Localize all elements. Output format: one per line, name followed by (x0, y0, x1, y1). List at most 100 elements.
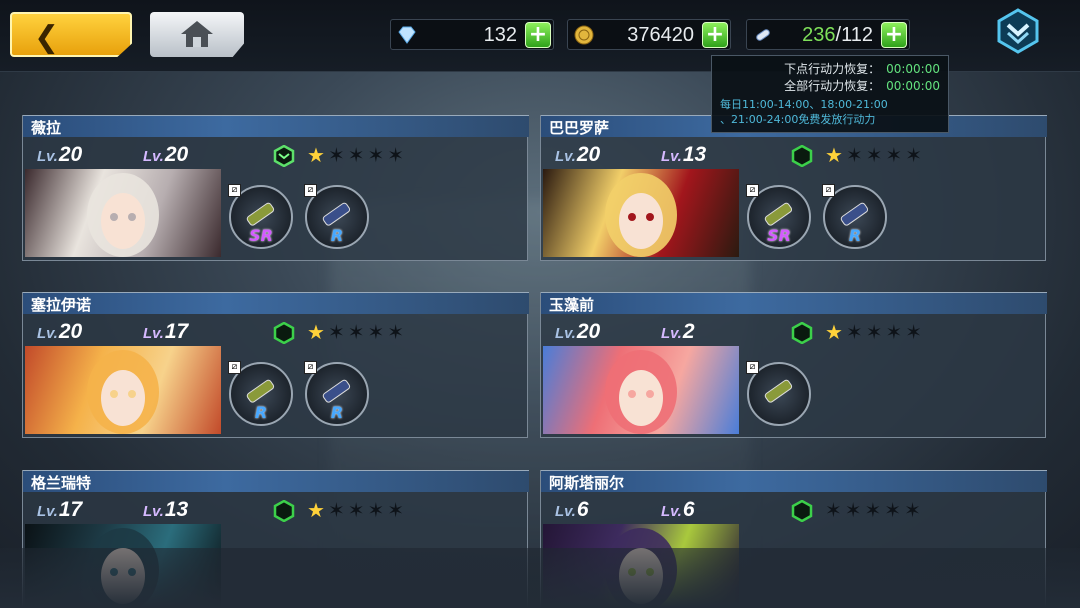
character-portrait (25, 169, 221, 257)
character-level-value: 20 (58, 143, 83, 166)
potion-icon (756, 29, 770, 41)
character-level: Lv.17 (37, 498, 82, 522)
add-stamina-button[interactable]: + (881, 22, 907, 48)
star-icon: ✶ (845, 320, 866, 344)
chevron-down-badge-icon (997, 8, 1039, 54)
stamina-tooltip: 下点行动力恢复： 00:00:00 全部行动力恢复： 00:00:00 每日11:0… (711, 55, 949, 133)
star-icon: ✶ (865, 143, 886, 167)
card-header: 格兰瑞特 (23, 470, 529, 492)
character-card[interactable]: 塞拉伊诺 Lv.20 Lv.17 ★✶✶✶✶ ⧄ R ⧄ R (22, 292, 529, 438)
equipment-slot[interactable]: ⧄ (746, 361, 811, 426)
character-card[interactable]: 薇拉 Lv.20 Lv.20 ★✶✶✶✶ ⧄ SR ⧄ R (22, 115, 529, 261)
character-level: Lv.20 (555, 143, 600, 167)
gold-value: 376420 (627, 24, 694, 46)
level-prefix: Lv. (661, 148, 682, 165)
character-card[interactable]: 巴巴罗萨 Lv.20 Lv.13 ★✶✶✶✶ ⧄ SR ⧄ R (540, 115, 1047, 261)
character-level-value: 17 (58, 498, 83, 521)
equipment-slot[interactable]: ⧄ SR (746, 184, 811, 249)
equipment-slot[interactable]: ⧄ R (228, 361, 293, 426)
level-prefix: Lv. (37, 503, 58, 520)
add-gold-button[interactable]: + (702, 22, 728, 48)
home-button[interactable] (150, 12, 244, 57)
note-line-2: 、21:00-24:00免费发放行动力 (720, 113, 876, 126)
character-level: Lv.20 (37, 320, 82, 344)
star-icon: ✶ (885, 143, 906, 167)
card-header: 阿斯塔丽尔 (541, 470, 1047, 492)
rank-hexagon-icon (273, 500, 295, 522)
back-button[interactable]: ❮ (10, 12, 132, 57)
diamond-icon (398, 26, 416, 44)
star-icon: ✶ (387, 498, 407, 522)
edit-icon: ⧄ (746, 184, 759, 197)
star-icon: ✶ (347, 320, 368, 344)
edit-icon: ⧄ (228, 361, 241, 374)
coin-icon (574, 25, 594, 45)
star-icon: ✶ (864, 498, 885, 522)
character-level: Lv.20 (37, 143, 82, 167)
menu-button[interactable] (995, 8, 1041, 54)
equipment-icon (764, 379, 793, 403)
stamina-max: /112 (835, 24, 873, 46)
stamina-counter: 236/112 + (746, 19, 910, 50)
star-icon: ✶ (367, 320, 388, 344)
rank-hexagon-icon (791, 500, 813, 522)
star-icon: ✶ (367, 143, 388, 167)
star-icon: ✶ (387, 143, 407, 167)
level-prefix: Lv. (661, 503, 682, 520)
chevron-left-icon: ❮ (34, 20, 60, 55)
edit-icon: ⧄ (822, 184, 835, 197)
star-icon: ✶ (347, 498, 368, 522)
level-prefix: Lv. (555, 325, 576, 342)
edit-icon: ⧄ (746, 361, 759, 374)
star-rating: ★✶✶✶✶ (307, 143, 407, 167)
character-name: 薇拉 (31, 119, 62, 137)
star-rating: ★✶✶✶✶ (825, 320, 925, 344)
star-icon: ✶ (885, 320, 906, 344)
skill-level-value: 13 (682, 143, 707, 166)
skill-level-value: 20 (164, 143, 189, 166)
rank-hexagon-icon (791, 322, 813, 344)
star-icon: ✶ (884, 498, 905, 522)
skill-level: Lv.6 (661, 498, 695, 522)
level-prefix: Lv. (37, 148, 58, 165)
star-icon: ✶ (845, 143, 866, 167)
equipment-slot[interactable]: ⧄ R (304, 184, 369, 249)
stamina-current: 236 (802, 24, 836, 46)
skill-level: Lv.20 (143, 143, 188, 167)
bottom-fade (0, 548, 1080, 608)
card-header: 塞拉伊诺 (23, 292, 529, 314)
rarity-label: R (848, 226, 862, 245)
star-icon: ✶ (904, 498, 924, 522)
add-gems-button[interactable]: + (525, 22, 551, 48)
character-level: Lv.6 (555, 498, 589, 522)
star-icon: ★ (825, 143, 846, 167)
character-name: 格兰瑞特 (31, 474, 92, 492)
level-prefix: Lv. (555, 148, 576, 165)
skill-level: Lv.13 (143, 498, 188, 522)
character-name: 阿斯塔丽尔 (549, 474, 625, 492)
rarity-label: R (330, 226, 344, 245)
next-recover-time: 00:00:00 (886, 62, 940, 76)
star-icon: ✶ (347, 143, 368, 167)
skill-level-value: 6 (682, 498, 695, 521)
equipment-slot[interactable]: ⧄ R (822, 184, 887, 249)
star-icon: ✶ (825, 498, 845, 522)
character-name: 塞拉伊诺 (31, 296, 92, 314)
rarity-label: R (330, 403, 344, 422)
star-icon: ✶ (387, 320, 407, 344)
equipment-slot[interactable]: ⧄ SR (228, 184, 293, 249)
equipment-slot[interactable]: ⧄ R (304, 361, 369, 426)
star-icon: ✶ (905, 143, 925, 167)
level-prefix: Lv. (143, 503, 164, 520)
level-prefix: Lv. (143, 148, 164, 165)
gold-counter: 376420 + (567, 19, 731, 50)
rarity-label: SR (249, 226, 273, 245)
edit-icon: ⧄ (304, 361, 317, 374)
rarity-label: R (254, 403, 268, 422)
character-card[interactable]: 玉藻前 Lv.20 Lv.2 ★✶✶✶✶ ⧄ (540, 292, 1047, 438)
card-header: 薇拉 (23, 115, 529, 137)
character-level-value: 20 (576, 143, 601, 166)
character-portrait (543, 169, 739, 257)
card-header: 玉藻前 (541, 292, 1047, 314)
character-portrait (543, 346, 739, 434)
